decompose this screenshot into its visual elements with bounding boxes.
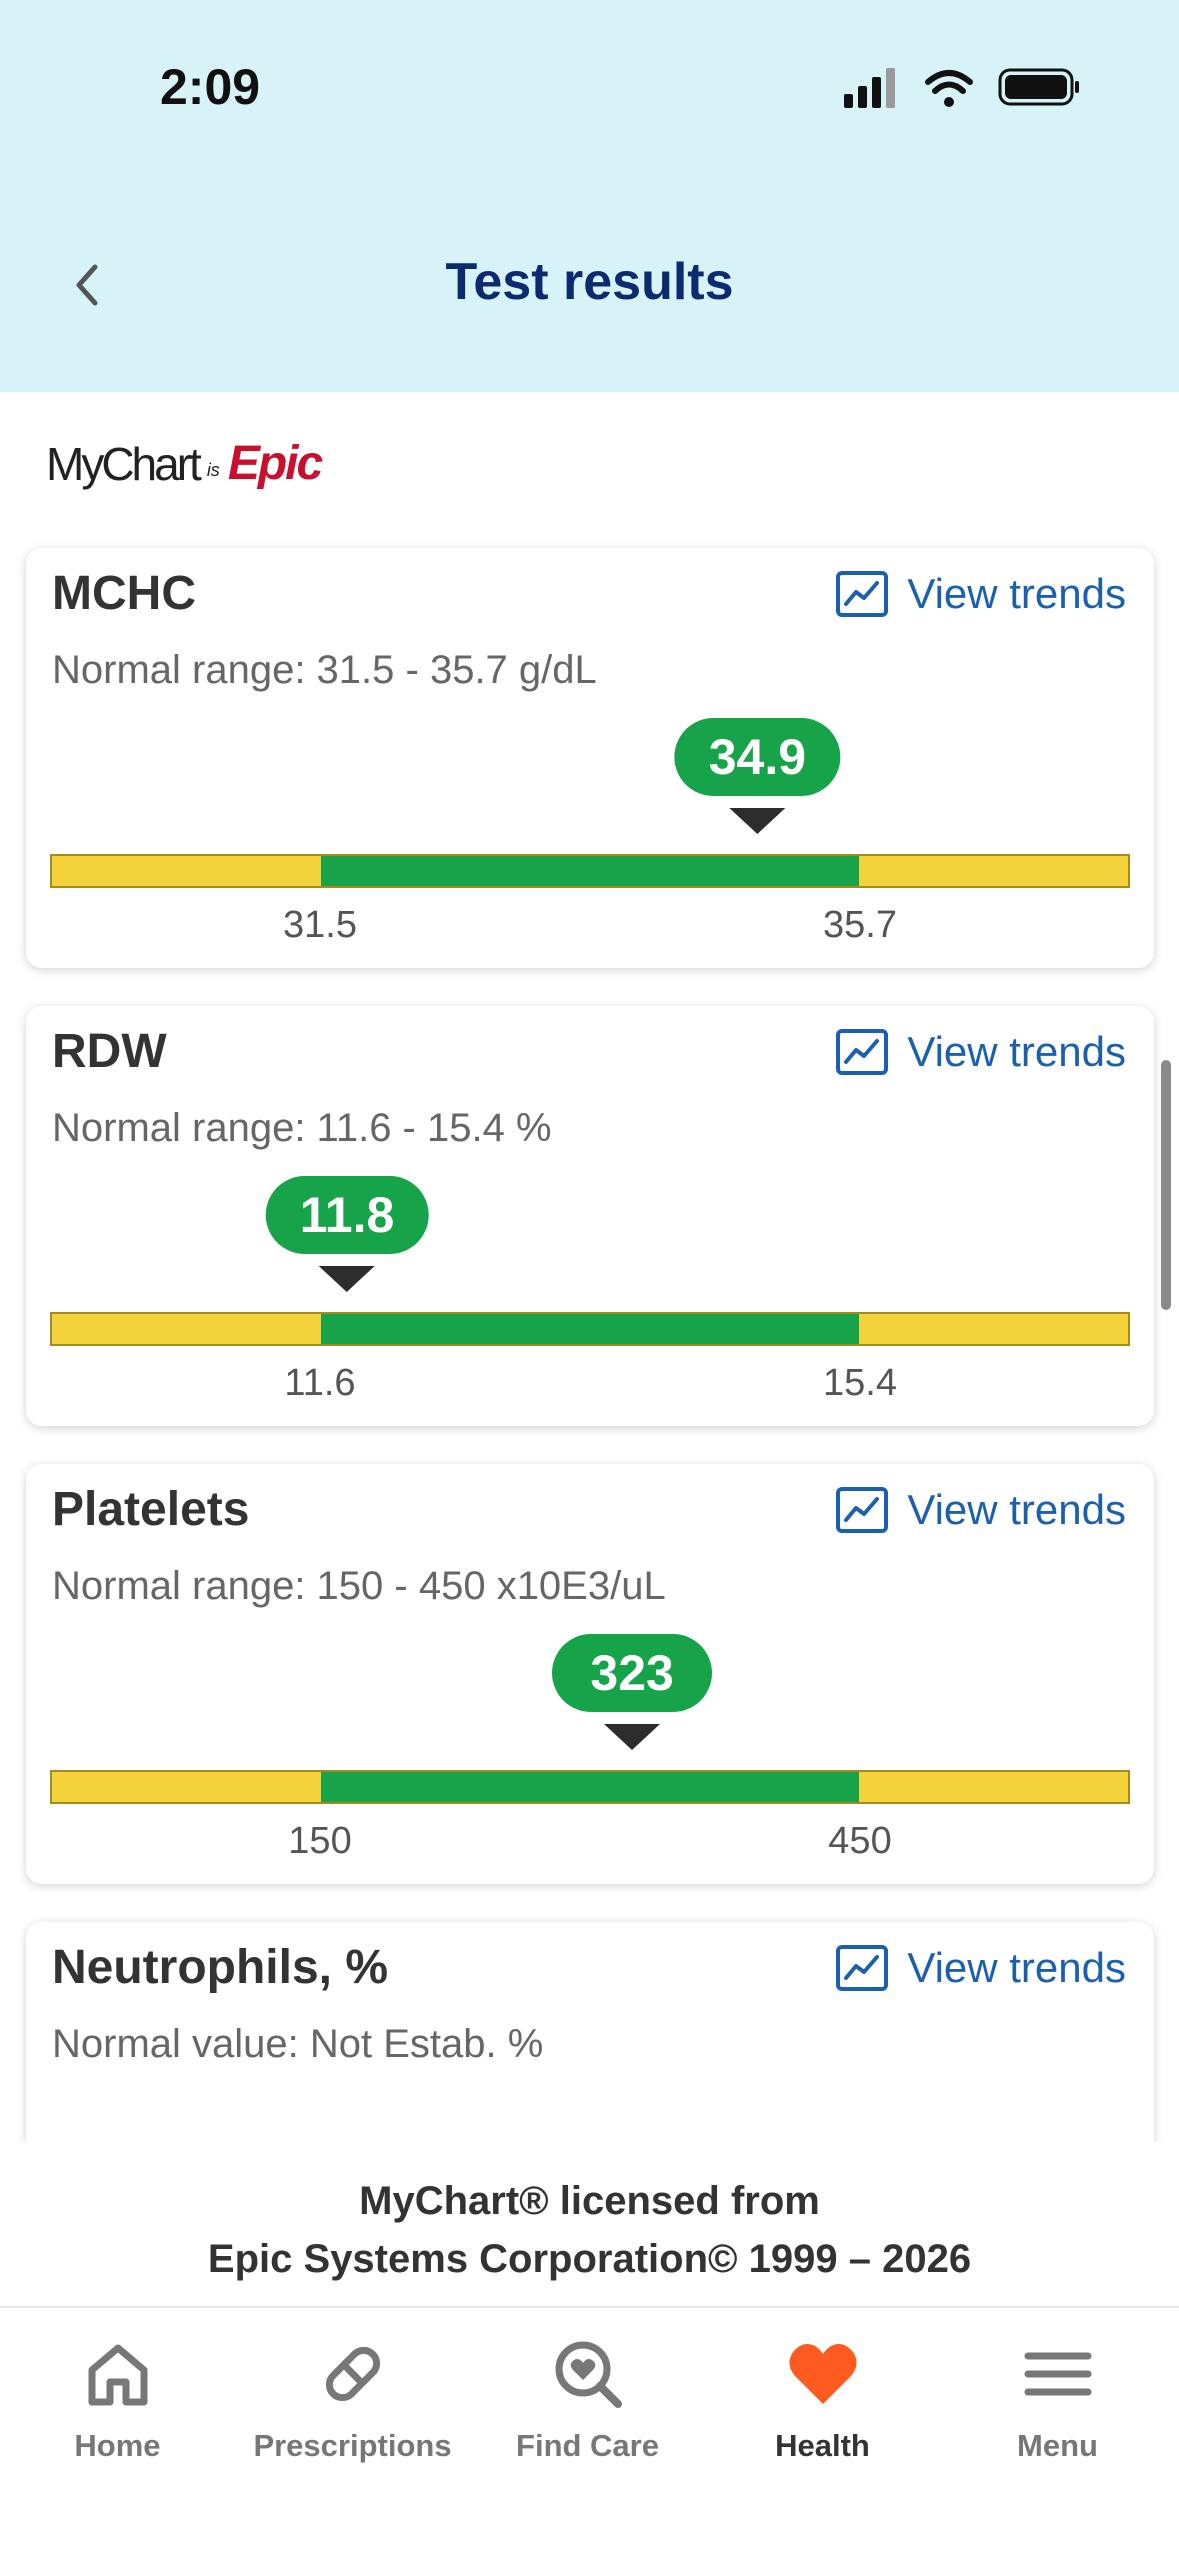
range-bar-normal bbox=[321, 856, 859, 886]
nav-find-care[interactable]: Find Care bbox=[470, 2334, 705, 2464]
nav-label: Prescriptions bbox=[253, 2428, 452, 2463]
status-time: 2:09 bbox=[160, 59, 261, 115]
view-trends-label: View trends bbox=[907, 1028, 1126, 1075]
bottom-nav: Home Prescriptions Find Care Health Menu bbox=[0, 2306, 1179, 2556]
result-card-neutrophils: Neutrophils, % View trends Normal value:… bbox=[26, 1922, 1154, 2142]
nav-label: Home bbox=[74, 2428, 161, 2463]
nav-prescriptions[interactable]: Prescriptions bbox=[235, 2334, 470, 2464]
result-name: Platelets bbox=[52, 1483, 250, 1536]
nav-health[interactable]: Health bbox=[705, 2334, 940, 2464]
mychart-epic-logo: MyChart is Epic bbox=[46, 435, 323, 491]
license-line-2: Epic Systems Corporation© 1999 – 2026 bbox=[207, 2237, 972, 2281]
logo-epic: Epic bbox=[227, 437, 323, 490]
marker-pointer bbox=[729, 808, 786, 834]
value-marker: 11.8 bbox=[265, 1176, 429, 1292]
marker-pointer bbox=[604, 1724, 661, 1750]
signal-icon bbox=[844, 68, 895, 108]
range-high-label: 450 bbox=[828, 1820, 892, 1862]
logo-mychart: MyChart bbox=[46, 438, 202, 490]
normal-range: Normal range: 11.6 - 15.4 % bbox=[52, 1106, 552, 1150]
view-trends-button[interactable]: View trends bbox=[835, 1944, 1126, 1992]
result-name: RDW bbox=[52, 1025, 167, 1078]
normal-range: Normal range: 150 - 450 x10E3/uL bbox=[52, 1564, 666, 1608]
nav-label: Health bbox=[775, 2428, 870, 2463]
nav-label: Find Care bbox=[516, 2428, 659, 2463]
range-low-label: 11.6 bbox=[284, 1362, 356, 1404]
trend-chart-icon bbox=[836, 1029, 889, 1075]
range-bar bbox=[50, 1312, 1130, 1346]
value-marker: 323 bbox=[552, 1634, 713, 1750]
value-bubble: 11.8 bbox=[265, 1176, 429, 1254]
wifi-icon bbox=[925, 70, 973, 107]
view-trends-label: View trends bbox=[907, 570, 1126, 617]
marker-pointer bbox=[319, 1266, 375, 1292]
value-bubble: 34.9 bbox=[674, 718, 841, 796]
scrollbar[interactable] bbox=[1161, 1060, 1171, 1310]
status-icons bbox=[844, 68, 1079, 108]
trend-chart-icon bbox=[836, 1487, 889, 1533]
view-trends-button[interactable]: View trends bbox=[835, 1486, 1126, 1534]
normal-range: Normal value: Not Estab. % bbox=[52, 2022, 544, 2066]
menu-icon bbox=[1024, 2352, 1091, 2396]
result-card-mchc: MCHC View trends Normal range: 31.5 - 35… bbox=[26, 548, 1154, 968]
nav-home[interactable]: Home bbox=[0, 2334, 235, 2464]
normal-range: Normal range: 31.5 - 35.7 g/dL bbox=[52, 648, 597, 692]
value-bubble: 323 bbox=[552, 1634, 713, 1712]
logo-is: is bbox=[206, 460, 220, 480]
nav-label: Menu bbox=[1017, 2428, 1098, 2463]
app-header: 2:09 Test results bbox=[0, 0, 1179, 392]
trend-chart-icon bbox=[836, 1945, 889, 1991]
view-trends-button[interactable]: View trends bbox=[835, 1028, 1126, 1076]
battery-icon bbox=[998, 68, 1079, 106]
range-low-label: 31.5 bbox=[283, 904, 357, 946]
results-list[interactable]: MCHC View trends Normal range: 31.5 - 35… bbox=[0, 530, 1179, 2142]
pill-icon bbox=[325, 2346, 380, 2402]
license-line-1: MyChart® licensed from bbox=[359, 2179, 820, 2223]
trend-chart-icon bbox=[836, 571, 889, 617]
view-trends-label: View trends bbox=[907, 1486, 1126, 1533]
value-marker: 34.9 bbox=[674, 718, 841, 834]
range-bar bbox=[50, 1770, 1130, 1804]
range-low-label: 150 bbox=[288, 1820, 352, 1862]
range-bar-normal bbox=[321, 1314, 859, 1344]
range-high-label: 35.7 bbox=[823, 904, 897, 946]
view-trends-button[interactable]: View trends bbox=[835, 570, 1126, 618]
view-trends-label: View trends bbox=[907, 1944, 1126, 1991]
range-bar-normal bbox=[321, 1772, 859, 1802]
result-card-rdw: RDW View trends Normal range: 11.6 - 15.… bbox=[26, 1006, 1154, 1426]
home-icon bbox=[88, 2344, 147, 2406]
result-name: MCHC bbox=[52, 567, 196, 620]
range-high-label: 15.4 bbox=[823, 1362, 897, 1404]
result-card-platelets: Platelets View trends Normal range: 150 … bbox=[26, 1464, 1154, 1884]
heart-icon bbox=[788, 2344, 857, 2404]
page-title: Test results bbox=[445, 253, 734, 311]
result-name: Neutrophils, % bbox=[52, 1941, 389, 1994]
search-heart-icon bbox=[555, 2341, 622, 2408]
license-notice: MyChart® licensed from Epic Systems Corp… bbox=[0, 2142, 1179, 2306]
nav-menu[interactable]: Menu bbox=[940, 2334, 1175, 2464]
range-bar bbox=[50, 854, 1130, 888]
